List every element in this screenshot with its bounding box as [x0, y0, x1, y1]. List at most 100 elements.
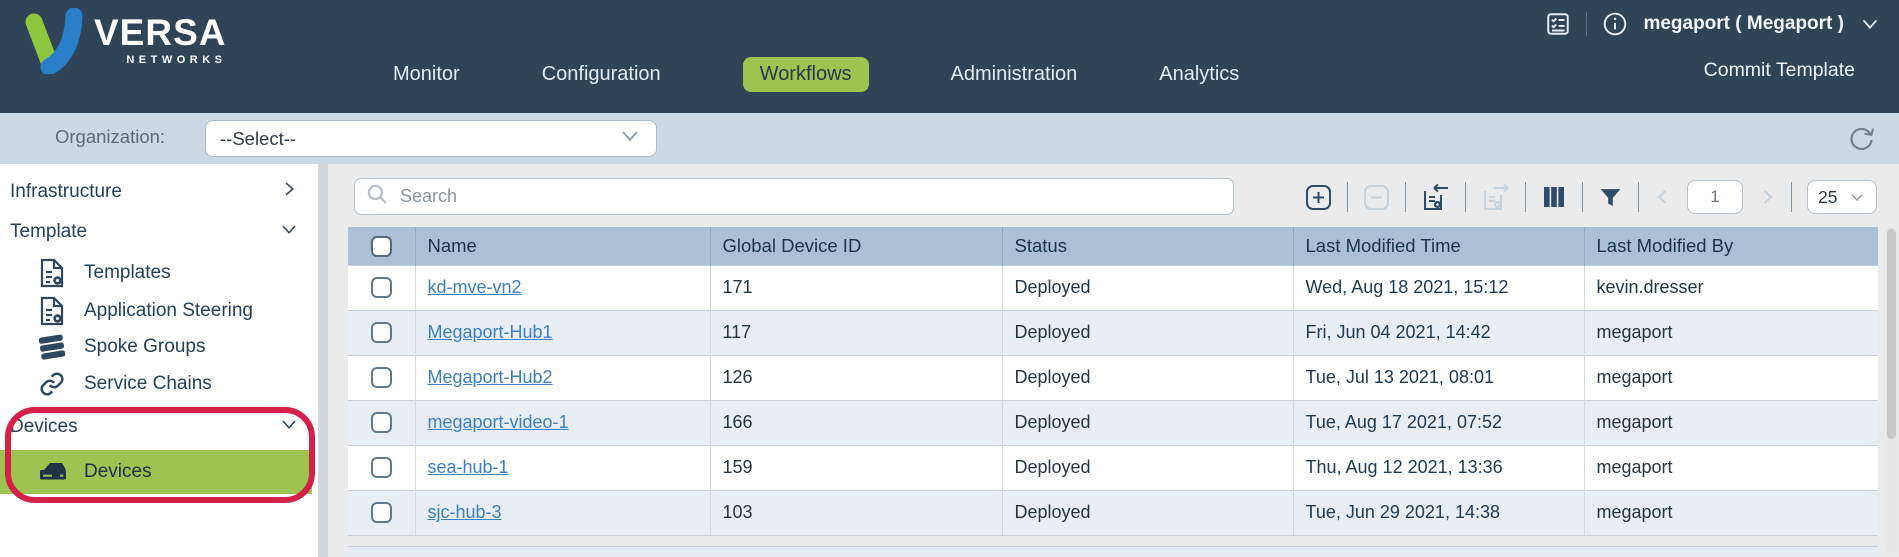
- row-checkbox[interactable]: [371, 367, 392, 388]
- sidebar-item-service-chains[interactable]: Service Chains: [0, 367, 318, 401]
- last-modified-by-cell: megaport: [1584, 490, 1878, 535]
- global-device-id-cell: 166: [710, 400, 1002, 445]
- nav-tab[interactable]: Workflows: [743, 57, 869, 92]
- device-name-link[interactable]: kd-mve-vn2: [428, 277, 522, 297]
- device-name-link[interactable]: sjc-hub-3: [428, 502, 502, 522]
- last-modified-time-cell: Tue, Jul 13 2021, 08:01: [1293, 355, 1584, 400]
- global-device-id-cell: 171: [710, 265, 1002, 310]
- table-footer-strip: [348, 546, 1878, 557]
- table-row: kd-mve-vn2 171 Deployed Wed, Aug 18 2021…: [348, 265, 1878, 310]
- refresh-icon[interactable]: [1845, 123, 1877, 160]
- column-header-status[interactable]: Status: [1002, 227, 1293, 265]
- row-checkbox[interactable]: [371, 277, 392, 298]
- nav-tab-label: Monitor: [393, 63, 460, 85]
- global-device-id-cell: 103: [710, 490, 1002, 535]
- column-header-last-modified-by[interactable]: Last Modified By: [1584, 227, 1878, 265]
- toolbar-divider: [1525, 182, 1526, 212]
- column-header-global-device-id[interactable]: Global Device ID: [710, 227, 1002, 265]
- page-number-input[interactable]: 1: [1687, 180, 1743, 214]
- toolbar-divider: [1347, 182, 1348, 212]
- sidebar-item-templates[interactable]: Templates: [0, 256, 318, 290]
- service-chains-icon: [36, 371, 68, 397]
- status-cell: Deployed: [1002, 265, 1293, 310]
- last-modified-time-cell: Thu, Aug 12 2021, 13:36: [1293, 445, 1584, 490]
- brand-subtitle: NETWORKS: [94, 54, 226, 66]
- sidebar-item-label: Devices: [84, 461, 152, 483]
- row-checkbox[interactable]: [371, 457, 392, 478]
- chevron-down-icon: [280, 220, 298, 244]
- row-checkbox[interactable]: [371, 412, 392, 433]
- toolbar-divider: [1638, 182, 1639, 212]
- page-size-select[interactable]: 25: [1807, 180, 1877, 214]
- scrollbar-thumb[interactable]: [1887, 229, 1896, 439]
- add-device-button[interactable]: [1305, 184, 1332, 211]
- sidebar: Infrastructure Template Templates: [0, 164, 318, 557]
- sidebar-item-label: Templates: [84, 262, 171, 284]
- sidebar-section-devices[interactable]: Devices: [0, 409, 318, 445]
- device-name-link[interactable]: Megaport-Hub2: [428, 367, 553, 387]
- last-modified-by-cell: megaport: [1584, 355, 1878, 400]
- table-toolbar: 1 25: [1305, 179, 1877, 215]
- sidebar-scrollbar[interactable]: [318, 164, 328, 557]
- info-icon[interactable]: [1602, 11, 1628, 37]
- toolbar-divider: [1465, 182, 1466, 212]
- sidebar-section-label: Template: [10, 221, 87, 243]
- search-input[interactable]: [400, 186, 1223, 207]
- device-name-link[interactable]: Megaport-Hub1: [428, 322, 553, 342]
- search-icon: [365, 182, 390, 212]
- nav-tab[interactable]: Configuration: [542, 57, 661, 92]
- status-cell: Deployed: [1002, 445, 1293, 490]
- column-header-name[interactable]: Name: [415, 227, 710, 265]
- column-header-last-modified-time[interactable]: Last Modified Time: [1293, 227, 1584, 265]
- header-divider: [1586, 12, 1587, 36]
- header-utility-area: megaport ( Megaport ): [1545, 8, 1881, 40]
- table-header-row: Name Global Device ID Status Last Modifi…: [348, 227, 1878, 265]
- vertical-scrollbar[interactable]: [1886, 227, 1897, 553]
- status-cell: Deployed: [1002, 400, 1293, 445]
- commit-template-button[interactable]: Commit Template: [1704, 59, 1855, 82]
- global-device-id-cell: 126: [710, 355, 1002, 400]
- user-menu-label[interactable]: megaport ( Megaport ): [1643, 13, 1844, 35]
- template-document-icon: [36, 258, 68, 288]
- nav-tab-label: Analytics: [1159, 63, 1239, 85]
- export-template-icon: [1481, 183, 1510, 212]
- chevron-right-icon: [280, 180, 298, 204]
- sidebar-section-template[interactable]: Template: [0, 214, 318, 250]
- page-next-icon: [1758, 188, 1776, 206]
- toolbar-divider: [1791, 182, 1792, 212]
- filter-icon[interactable]: [1598, 185, 1623, 210]
- select-all-checkbox[interactable]: [371, 236, 392, 257]
- sidebar-item-devices[interactable]: Devices: [0, 450, 312, 494]
- table-row: Megaport-Hub1 117 Deployed Fri, Jun 04 2…: [348, 310, 1878, 355]
- status-cell: Deployed: [1002, 310, 1293, 355]
- page-size-value: 25: [1818, 187, 1837, 208]
- table-row: megaport-video-1 166 Deployed Tue, Aug 1…: [348, 400, 1878, 445]
- sidebar-item-label: Spoke Groups: [84, 336, 205, 358]
- deploy-template-icon[interactable]: [1421, 183, 1450, 212]
- sidebar-item-application-steering[interactable]: Application Steering: [0, 294, 318, 328]
- nav-tab[interactable]: Administration: [951, 57, 1078, 92]
- row-checkbox[interactable]: [371, 502, 392, 523]
- nav-tab[interactable]: Analytics: [1159, 57, 1239, 92]
- global-device-id-cell: 159: [710, 445, 1002, 490]
- row-checkbox[interactable]: [371, 322, 392, 343]
- nav-tab-label: Workflows: [760, 63, 852, 85]
- last-modified-by-cell: kevin.dresser: [1584, 265, 1878, 310]
- device-name-link[interactable]: megaport-video-1: [428, 412, 569, 432]
- sidebar-item-spoke-groups[interactable]: Spoke Groups: [0, 330, 318, 364]
- organization-select[interactable]: --Select--: [205, 120, 657, 157]
- organization-label: Organization:: [55, 126, 165, 148]
- device-name-link[interactable]: sea-hub-1: [428, 457, 509, 477]
- devices-table: Name Global Device ID Status Last Modifi…: [348, 227, 1878, 536]
- last-modified-by-cell: megaport: [1584, 445, 1878, 490]
- status-cell: Deployed: [1002, 490, 1293, 535]
- sidebar-section-infrastructure[interactable]: Infrastructure: [0, 174, 318, 210]
- app-header: VERSA NETWORKS Monitor Configuration Wor…: [0, 0, 1899, 113]
- columns-icon[interactable]: [1541, 184, 1567, 210]
- nav-tab[interactable]: Monitor: [393, 57, 460, 92]
- chevron-down-icon[interactable]: [1859, 13, 1881, 35]
- tasks-icon[interactable]: [1545, 11, 1571, 37]
- nav-tab-label: Configuration: [542, 63, 661, 85]
- primary-nav: Monitor Configuration Workflows Administ…: [393, 57, 1239, 92]
- last-modified-by-cell: megaport: [1584, 400, 1878, 445]
